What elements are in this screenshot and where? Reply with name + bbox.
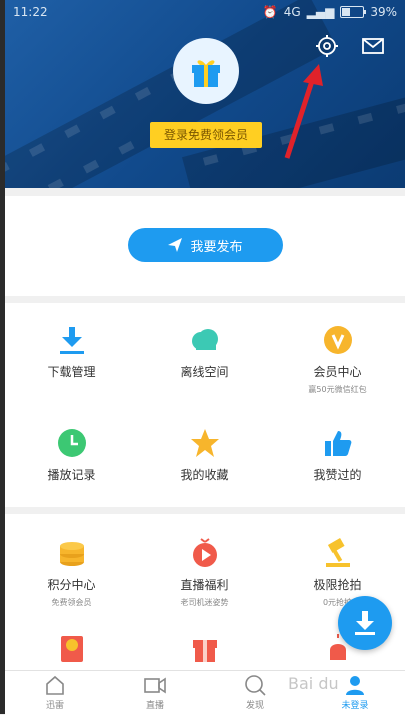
grid-item-play-history[interactable]: 播放记录 (5, 428, 138, 483)
profile-header: 登录免费领会员 (5, 0, 405, 188)
video-icon (144, 677, 166, 694)
nav-item-home[interactable]: 迅雷 (5, 671, 105, 715)
bottom-nav: 迅雷 直播 发现 未登录 (5, 670, 405, 715)
left-edge (0, 0, 5, 714)
status-bar: 11:22 ⏰ 4G ▂▄▆ 39% (5, 0, 405, 24)
send-icon (168, 238, 183, 252)
grid-item-label: 直播福利 (180, 578, 229, 592)
download-fab[interactable] (338, 596, 392, 650)
signal-icon: ▂▄▆ (306, 5, 335, 19)
grid-item-label: 离线空间 (180, 365, 229, 379)
gift-icon (192, 60, 220, 87)
publish-section: 我要发布 (5, 196, 405, 296)
alarm-icon: ⏰ (262, 5, 278, 19)
profile-icon (346, 676, 364, 695)
thumb-up-icon (324, 431, 351, 456)
clock-icon (57, 429, 86, 457)
network-label: 4G (283, 5, 301, 19)
discover-icon (245, 675, 266, 696)
battery-icon (340, 6, 367, 18)
grid-item-offline-space[interactable]: 离线空间 (138, 325, 271, 380)
grid-item-sublabel: 老司机迷姿势 (180, 598, 229, 607)
settings-gear-icon[interactable] (315, 34, 339, 58)
vip-icon (323, 326, 352, 354)
live-gift-icon (192, 538, 217, 567)
nav-label: 迅雷 (45, 701, 64, 711)
grid-item-liked[interactable]: 我赞过的 (271, 428, 404, 483)
coins-icon (59, 542, 84, 566)
feature-grid-primary: 下载管理 离线空间 会员中心 赢50元微信红包 播放记录 我的收藏 我赞过的 (5, 303, 405, 507)
grid-item-favorites[interactable]: 我的收藏 (138, 428, 271, 483)
watermark: Bai du (288, 674, 339, 693)
grid-item-sublabel: 免费领会员 (51, 598, 92, 607)
cloud-icon (191, 329, 218, 350)
grid-item-download-manager[interactable]: 下载管理 (5, 325, 138, 380)
grid-item-label: 我的收藏 (180, 468, 229, 482)
grid-item-gift-box[interactable] (138, 632, 271, 662)
gift-box-icon (192, 640, 217, 662)
nav-label: 未登录 (341, 701, 369, 711)
avatar[interactable] (173, 38, 239, 104)
grid-item-label: 积分中心 (47, 578, 96, 592)
feature-grid-secondary: 积分中心 免费领会员 直播福利 老司机迷姿势 极限抢拍 0元抢拍 (5, 514, 405, 670)
grid-item-label: 会员中心 (313, 365, 362, 379)
grid-item-label: 下载管理 (47, 365, 96, 379)
star-icon (190, 429, 219, 457)
red-packet-icon (60, 636, 83, 662)
grid-item-red-packet[interactable] (5, 632, 138, 662)
grid-item-sublabel: 赢50元微信红包 (308, 385, 367, 394)
download-icon (355, 611, 375, 635)
grid-item-vip-center[interactable]: 会员中心 赢50元微信红包 (271, 325, 404, 395)
grid-item-flash-auction[interactable]: 极限抢拍 0元抢拍 (271, 538, 404, 608)
nav-label: 直播 (145, 701, 164, 711)
publish-button[interactable]: 我要发布 (128, 228, 283, 262)
login-button[interactable]: 登录免费领会员 (150, 122, 262, 148)
annotation-arrow-icon (284, 64, 323, 159)
status-time: 11:22 (13, 5, 48, 19)
grid-item-label: 播放记录 (47, 468, 96, 482)
grid-item-label: 极限抢拍 (313, 578, 362, 592)
nav-item-live[interactable]: 直播 (105, 671, 205, 715)
grid-item-label: 我赞过的 (313, 468, 362, 482)
nav-label: 发现 (245, 701, 264, 711)
publish-label: 我要发布 (190, 239, 243, 255)
grid-item-live-benefits[interactable]: 直播福利 老司机迷姿势 (138, 538, 271, 608)
mail-icon[interactable] (361, 34, 385, 58)
auction-hammer-icon (325, 538, 350, 567)
battery-label: 39% (370, 5, 397, 19)
download-icon (59, 327, 84, 354)
home-icon (46, 675, 64, 695)
grid-item-points-center[interactable]: 积分中心 免费领会员 (5, 538, 138, 608)
